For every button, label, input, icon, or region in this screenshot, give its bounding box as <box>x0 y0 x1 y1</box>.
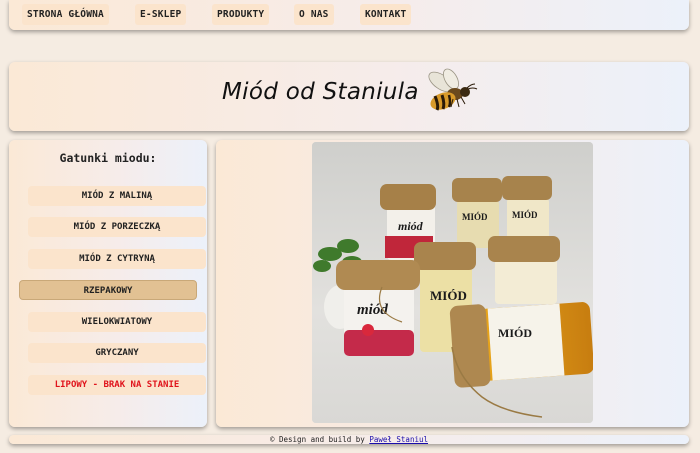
sidebar-item-lemon[interactable]: MIÓD Z CYTRYNĄ <box>28 249 206 269</box>
main-content: miód MIÓD MIÓD miód MIÓD MIÓD <box>216 140 689 427</box>
sidebar-item-raspberry[interactable]: MIÓD Z MALINĄ <box>28 186 206 206</box>
nav-e-shop[interactable]: E-SKLEP <box>135 4 187 25</box>
nav-about[interactable]: O NAS <box>294 4 334 25</box>
footer-credit: © Design and build by Paweł Staniul <box>9 434 689 445</box>
nav-products[interactable]: PRODUKTY <box>212 4 270 25</box>
sidebar: Gatunki miodu: MIÓD Z MALINĄ MIÓD Z PORZ… <box>9 140 207 427</box>
bee-icon <box>428 68 478 111</box>
footer-prefix: © Design and build by <box>269 435 370 444</box>
sidebar-item-rapeseed[interactable]: RZEPAKOWY <box>19 280 197 300</box>
site-footer: © Design and build by Paweł Staniul <box>9 435 689 444</box>
svg-text:miód: miód <box>398 219 424 233</box>
sidebar-item-linden[interactable]: LIPOWY - BRAK NA STANIE <box>28 375 206 395</box>
sidebar-item-currant[interactable]: MIÓD Z PORZECZKĄ <box>28 217 206 237</box>
sidebar-item-multiflower[interactable]: WIELOKWIATOWY <box>28 312 206 332</box>
sidebar-heading: Gatunki miodu: <box>59 151 157 165</box>
honey-jars-photo: miód MIÓD MIÓD miód MIÓD MIÓD <box>312 142 593 423</box>
nav-home[interactable]: STRONA GŁÓWNA <box>22 4 109 25</box>
top-navigation: STRONA GŁÓWNA E-SKLEP PRODUKTY O NAS KON… <box>9 0 689 30</box>
svg-text:MIÓD: MIÓD <box>430 288 467 303</box>
footer-author-link[interactable]: Paweł Staniul <box>369 435 428 444</box>
site-title: Miód od Staniula <box>222 79 419 105</box>
svg-text:MIÓD: MIÓD <box>512 210 538 220</box>
site-header: Miód od Staniula <box>9 62 689 131</box>
nav-contact[interactable]: KONTAKT <box>360 4 412 25</box>
sidebar-item-buckwheat[interactable]: GRYCZANY <box>28 343 206 363</box>
svg-text:MIÓD: MIÓD <box>498 326 532 340</box>
svg-text:MIÓD: MIÓD <box>462 212 488 222</box>
